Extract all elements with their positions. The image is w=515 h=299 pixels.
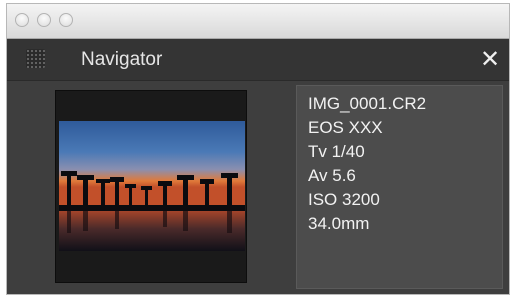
panel-title: Navigator	[81, 49, 163, 70]
image-thumbnail[interactable]	[59, 121, 245, 251]
filename-text: IMG_0001.CR2	[308, 94, 427, 113]
navigator-window: Navigator ✕ IMG_0001.CR2 EOS XXX Tv 1/40…	[6, 3, 510, 295]
shooting-info-panel: IMG_0001.CR2 EOS XXX Tv 1/40 Av 5.6 ISO …	[296, 85, 503, 289]
focal-length-text: 34.0mm	[308, 214, 370, 233]
iso-text: ISO 3200	[308, 190, 380, 209]
close-traffic-icon[interactable]	[15, 13, 29, 27]
close-button[interactable]: ✕	[479, 47, 501, 71]
navigator-content: IMG_0001.CR2 EOS XXX Tv 1/40 Av 5.6 ISO …	[7, 81, 509, 294]
zoom-traffic-icon[interactable]	[59, 13, 73, 27]
grip-dots-icon[interactable]	[26, 49, 45, 68]
shutter-speed-text: Tv 1/40	[308, 142, 365, 161]
image-preview-frame[interactable]	[55, 90, 247, 283]
aperture-text: Av 5.6	[308, 166, 356, 185]
window-titlebar	[7, 4, 509, 39]
camera-model-text: EOS XXX	[308, 118, 383, 137]
panel-header: Navigator ✕	[7, 39, 509, 81]
minimize-traffic-icon[interactable]	[37, 13, 51, 27]
